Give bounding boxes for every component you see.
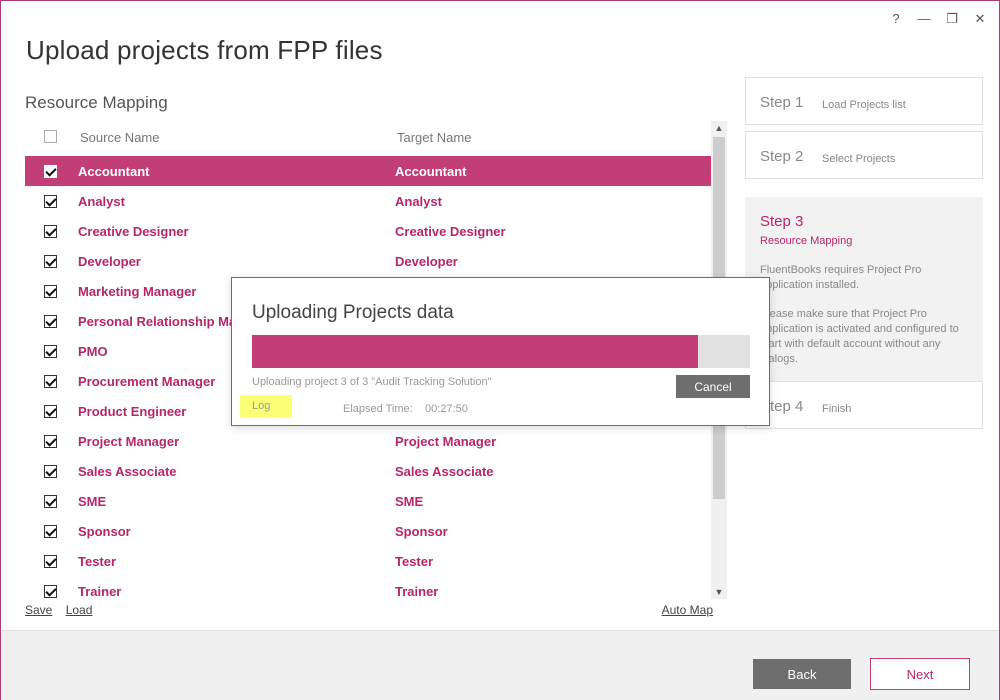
window-controls: ? — ❐ ✕ xyxy=(889,11,987,27)
progress-bar xyxy=(252,335,750,368)
source-name-cell: Sales Associate xyxy=(78,464,177,479)
target-name-cell[interactable]: Trainer xyxy=(395,584,695,599)
column-header-source[interactable]: Source Name xyxy=(80,130,159,145)
target-name-cell[interactable]: Tester xyxy=(395,554,695,569)
step-4-label: Finish xyxy=(822,403,852,415)
table-row[interactable]: Analyst Analyst xyxy=(25,186,711,216)
table-row[interactable]: Tester Tester xyxy=(25,546,711,576)
row-checkbox[interactable] xyxy=(44,315,57,328)
row-checkbox[interactable] xyxy=(44,435,57,448)
save-link[interactable]: Save xyxy=(25,603,52,617)
table-row[interactable]: Developer Developer xyxy=(25,246,711,276)
step-3: Step 3 Resource Mapping FluentBooks requ… xyxy=(745,197,983,381)
row-checkbox[interactable] xyxy=(44,495,57,508)
step-4[interactable]: Step 4 Finish xyxy=(745,381,983,429)
row-checkbox[interactable] xyxy=(44,225,57,238)
load-link[interactable]: Load xyxy=(66,603,93,617)
elapsed-time-label: Elapsed Time: xyxy=(343,403,413,415)
help-icon[interactable]: ? xyxy=(889,11,903,27)
section-title: Resource Mapping xyxy=(25,93,168,112)
log-link[interactable]: Log xyxy=(240,395,292,417)
restore-icon[interactable]: ❐ xyxy=(945,11,959,27)
target-name-cell[interactable]: Accountant xyxy=(395,164,695,179)
step-3-note-instruction: Please make sure that Project Pro applic… xyxy=(760,308,959,365)
source-name-cell: Accountant xyxy=(78,164,150,179)
scroll-down-icon[interactable]: ▼ xyxy=(711,585,727,599)
next-button[interactable]: Next xyxy=(870,658,970,690)
source-name-cell: Sponsor xyxy=(78,524,131,539)
auto-map-link[interactable]: Auto Map xyxy=(662,603,713,617)
source-name-cell: Trainer xyxy=(78,584,122,599)
target-name-cell[interactable]: Developer xyxy=(395,254,695,269)
row-checkbox[interactable] xyxy=(44,405,57,418)
save-load-links: Save Load xyxy=(25,603,102,617)
source-name-cell: Developer xyxy=(78,254,141,269)
dialog-title: Uploading Projects data xyxy=(252,302,454,323)
table-header: Source Name Target Name xyxy=(25,121,711,155)
page-title: Upload projects from FPP files xyxy=(26,35,383,65)
source-name-cell: Creative Designer xyxy=(78,224,189,239)
table-row[interactable]: Sales Associate Sales Associate xyxy=(25,456,711,486)
step-2-number: Step 2 xyxy=(760,148,804,165)
target-name-cell[interactable]: Sales Associate xyxy=(395,464,695,479)
target-name-cell[interactable]: SME xyxy=(395,494,695,509)
row-checkbox[interactable] xyxy=(44,555,57,568)
row-checkbox[interactable] xyxy=(44,465,57,478)
upload-progress-dialog: Uploading Projects data Uploading projec… xyxy=(231,277,770,426)
table-row[interactable]: Sponsor Sponsor xyxy=(25,516,711,546)
table-row[interactable]: Accountant Accountant xyxy=(25,156,711,186)
back-button[interactable]: Back xyxy=(753,659,851,689)
source-name-cell: Project Manager xyxy=(78,434,180,449)
source-name-cell: Analyst xyxy=(78,194,125,209)
row-checkbox[interactable] xyxy=(44,585,57,598)
target-name-cell[interactable]: Analyst xyxy=(395,194,695,209)
step-1-number: Step 1 xyxy=(760,94,804,111)
step-3-note-requirement: FluentBooks requires Project Pro applica… xyxy=(760,264,922,291)
row-checkbox[interactable] xyxy=(44,255,57,268)
row-checkbox[interactable] xyxy=(44,165,57,178)
table-row[interactable]: Project Manager Project Manager xyxy=(25,426,711,456)
step-2[interactable]: Step 2 Select Projects xyxy=(745,131,983,179)
row-checkbox[interactable] xyxy=(44,345,57,358)
select-all-checkbox[interactable] xyxy=(44,130,57,143)
source-name-cell: SME xyxy=(78,494,107,509)
upload-status-text: Uploading project 3 of 3 "Audit Tracking… xyxy=(252,376,492,388)
app-window: ? — ❐ ✕ Upload projects from FPP files R… xyxy=(0,0,1000,700)
table-row[interactable]: SME SME xyxy=(25,486,711,516)
step-3-label: Resource Mapping xyxy=(760,235,853,247)
step-3-note: FluentBooks requires Project Pro applica… xyxy=(760,263,970,381)
row-checkbox[interactable] xyxy=(44,375,57,388)
progress-bar-fill xyxy=(252,335,698,368)
source-name-cell: Tester xyxy=(78,554,117,569)
step-2-label: Select Projects xyxy=(822,153,896,165)
scroll-up-icon[interactable]: ▲ xyxy=(711,121,727,135)
row-checkbox[interactable] xyxy=(44,285,57,298)
column-header-target[interactable]: Target Name xyxy=(397,130,471,145)
row-checkbox[interactable] xyxy=(44,195,57,208)
target-name-cell[interactable]: Project Manager xyxy=(395,434,695,449)
table-row[interactable]: Trainer Trainer xyxy=(25,576,711,599)
row-checkbox[interactable] xyxy=(44,525,57,538)
step-1-label: Load Projects list xyxy=(822,99,906,111)
close-icon[interactable]: ✕ xyxy=(973,11,987,27)
footer-bar: Back Next xyxy=(1,630,999,700)
target-name-cell[interactable]: Sponsor xyxy=(395,524,695,539)
cancel-button[interactable]: Cancel xyxy=(676,375,750,398)
elapsed-time-value: 00:27:50 xyxy=(425,403,468,415)
table-row[interactable]: Creative Designer Creative Designer xyxy=(25,216,711,246)
minimize-icon[interactable]: — xyxy=(917,11,931,27)
step-3-number: Step 3 xyxy=(760,213,804,230)
target-name-cell[interactable]: Creative Designer xyxy=(395,224,695,239)
step-1[interactable]: Step 1 Load Projects list xyxy=(745,77,983,125)
